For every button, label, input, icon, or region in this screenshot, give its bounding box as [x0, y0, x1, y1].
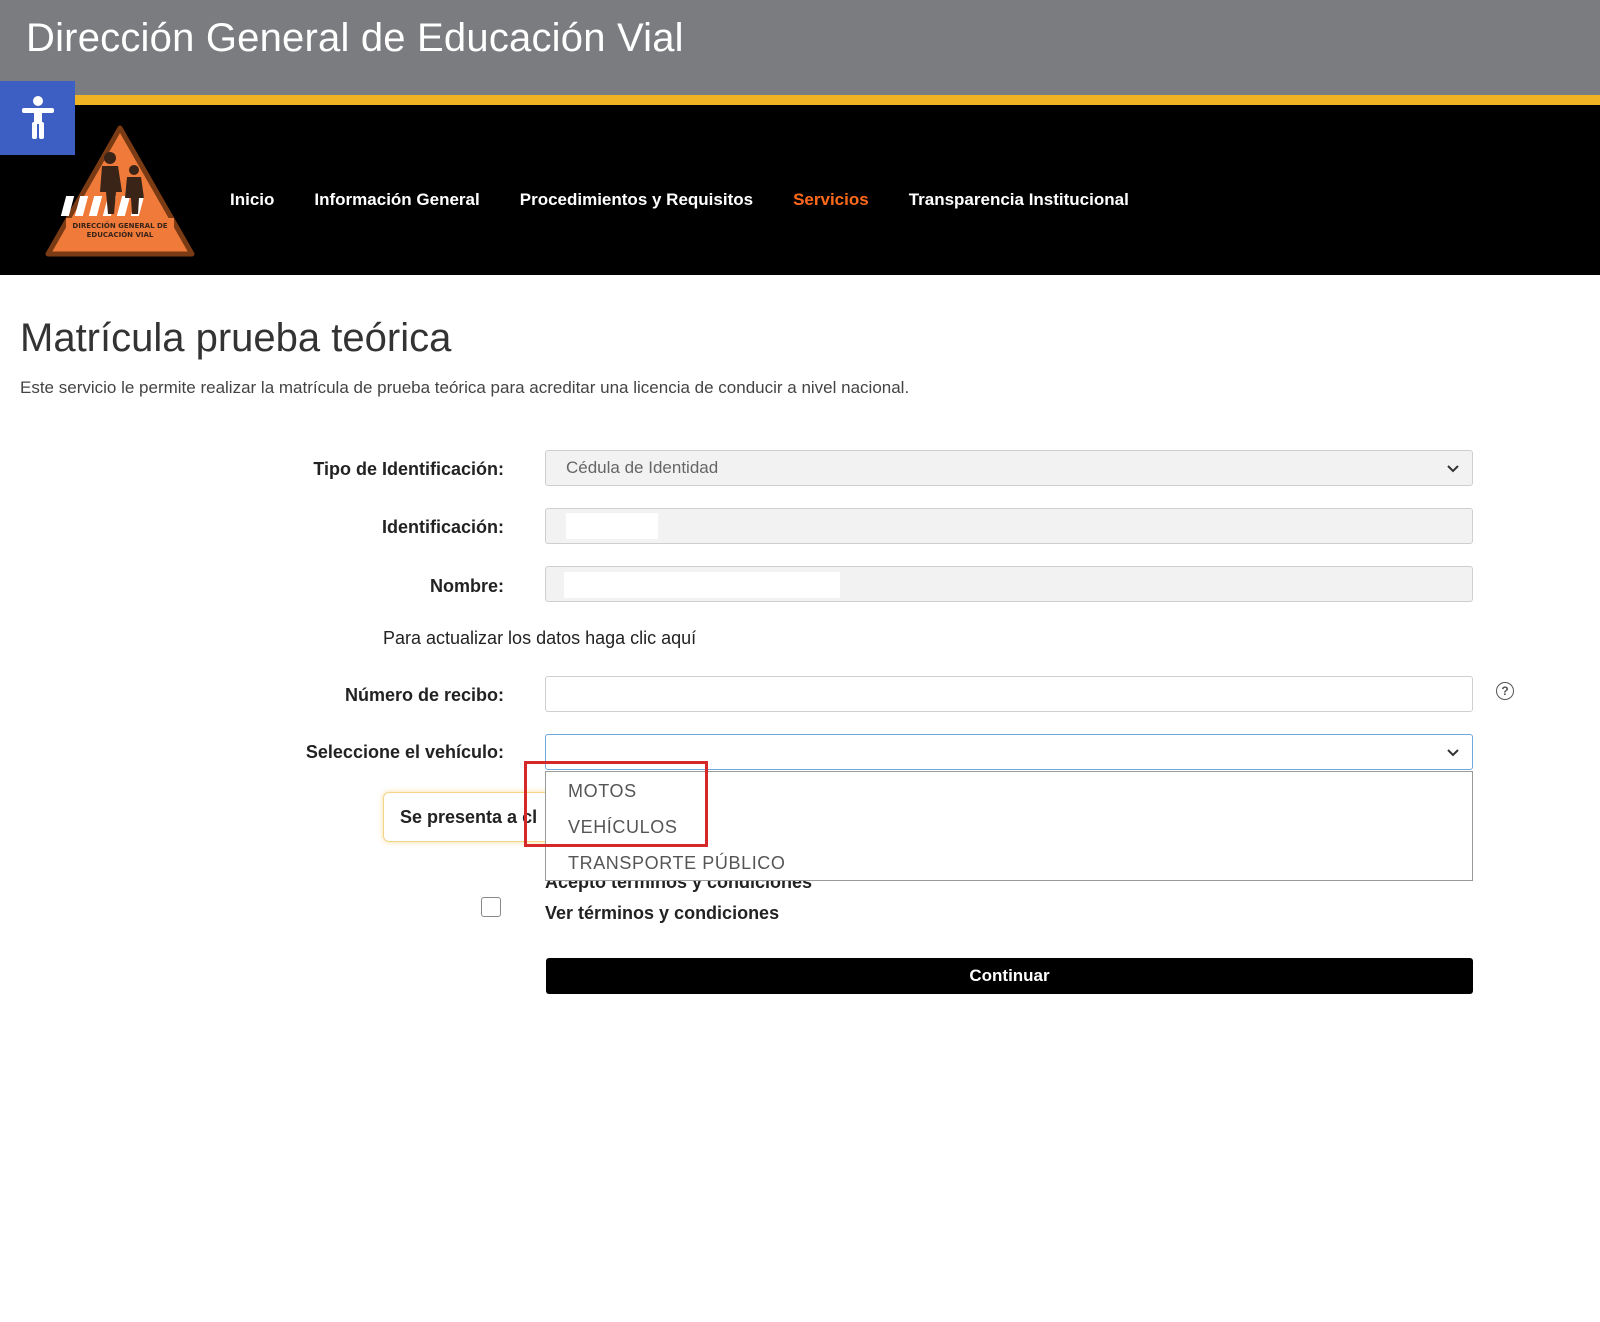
accent-line	[0, 95, 1600, 105]
chevron-down-icon	[1447, 465, 1459, 473]
receipt-label: Número de recibo:	[344, 685, 504, 705]
redacted-block	[564, 572, 840, 598]
update-data-link[interactable]: Para actualizar los datos haga clic aquí	[383, 628, 696, 649]
nav-item-informacion-general[interactable]: Información General	[314, 190, 479, 210]
redacted-block	[566, 513, 658, 539]
top-bar: Dirección General de Educación Vial	[0, 0, 1600, 95]
main-nav: Inicio Información General Procedimiento…	[230, 190, 1169, 210]
page-description: Este servicio le permite realizar la mat…	[20, 378, 910, 397]
terms-accept-text: Acepto términos y condiciones	[545, 881, 813, 892]
name-field[interactable]	[545, 566, 1473, 602]
chevron-down-icon	[1447, 749, 1459, 757]
vehicle-select[interactable]	[545, 734, 1473, 770]
id-type-label: Tipo de Identificación:	[313, 459, 504, 479]
page-title: Matrícula prueba teórica	[20, 316, 452, 360]
svg-text:DIRECCIÓN GENERAL DE: DIRECCIÓN GENERAL DE	[72, 221, 167, 230]
nav-item-inicio[interactable]: Inicio	[230, 190, 274, 210]
present-option-text: Se presenta a cl	[400, 807, 538, 827]
help-icon[interactable]: ?	[1496, 682, 1514, 700]
vehicle-option-vehiculos[interactable]: VEHÍCULOS	[568, 817, 677, 838]
nav-item-transparencia[interactable]: Transparencia Institucional	[909, 190, 1129, 210]
id-field[interactable]	[545, 508, 1473, 544]
terms-checkbox[interactable]	[481, 897, 501, 917]
id-type-select[interactable]: Cédula de Identidad	[545, 450, 1473, 486]
nav-item-procedimientos[interactable]: Procedimientos y Requisitos	[520, 190, 753, 210]
id-label: Identificación:	[381, 517, 504, 537]
terms-link[interactable]: Ver términos y condiciones	[545, 903, 779, 924]
nav-item-servicios[interactable]: Servicios	[793, 190, 869, 210]
vehicle-option-transporte-publico[interactable]: TRANSPORTE PÚBLICO	[568, 853, 786, 874]
name-label: Nombre:	[429, 576, 504, 596]
id-type-value: Cédula de Identidad	[566, 458, 719, 477]
vehicle-dropdown-menu: MOTOS VEHÍCULOS TRANSPORTE PÚBLICO	[545, 771, 1473, 881]
vehicle-label: Seleccione el vehículo:	[305, 742, 504, 762]
vehicle-option-motos[interactable]: MOTOS	[568, 781, 637, 802]
receipt-input[interactable]	[545, 676, 1473, 712]
continue-button[interactable]: Continuar	[546, 958, 1473, 994]
accessibility-icon	[21, 96, 54, 139]
accessibility-button[interactable]	[0, 81, 75, 155]
svg-text:EDUCACIÓN VIAL: EDUCACIÓN VIAL	[87, 230, 154, 239]
site-title: Dirección General de Educación Vial	[26, 16, 684, 60]
